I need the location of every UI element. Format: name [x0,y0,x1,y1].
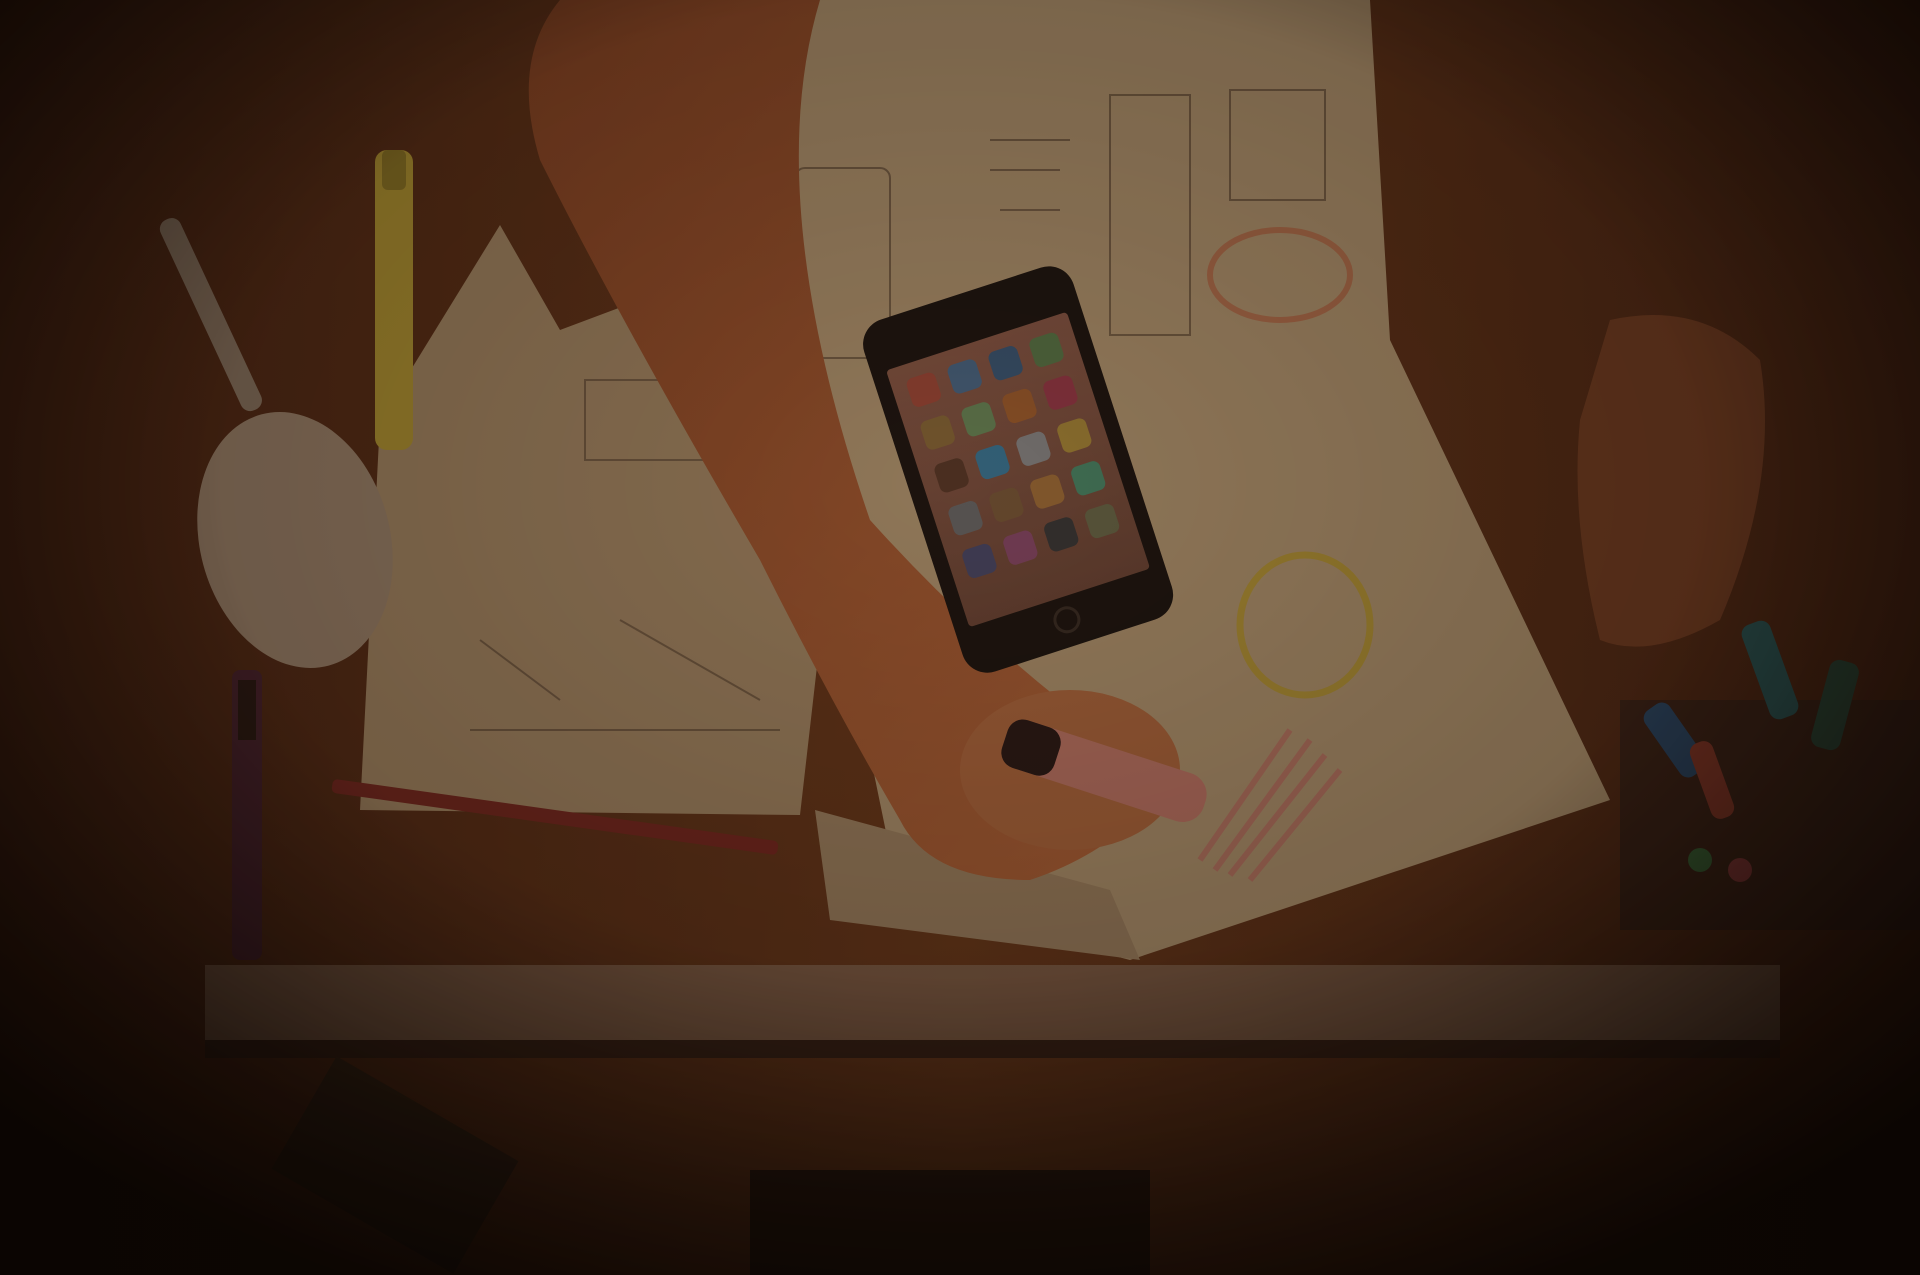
dark-tint [0,0,1920,1275]
desk-photo [0,0,1920,1275]
desk-photo-svg [0,0,1920,1275]
